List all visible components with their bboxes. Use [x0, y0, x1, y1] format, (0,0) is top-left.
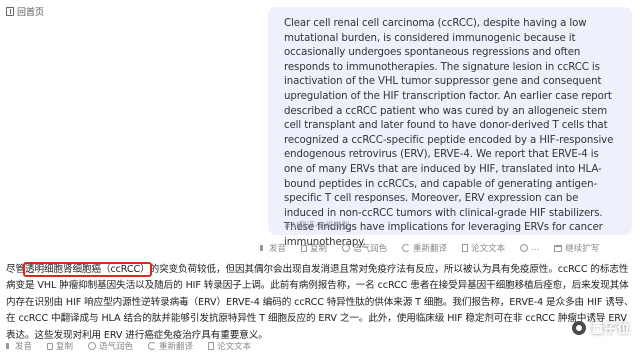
- document-icon: [208, 342, 215, 350]
- tone-icon: [342, 244, 351, 252]
- source-text-bubble: Clear cell renal cell carcinoma (ccRCC),…: [268, 7, 632, 248]
- retry-icon: [402, 244, 411, 252]
- tone-button[interactable]: 语气润色: [342, 242, 387, 254]
- source-text: Clear cell renal cell carcinoma (ccRCC),…: [284, 18, 614, 248]
- home-button[interactable]: 回首页: [6, 5, 44, 18]
- tone-button-2[interactable]: 语气润色: [88, 340, 133, 352]
- globe-icon: [520, 244, 529, 252]
- copy-icon: [301, 244, 308, 252]
- watermark-logo-icon: [571, 320, 586, 335]
- model-tag: #AI翻译-高级模型: [284, 221, 350, 230]
- watermark: 量子位: [571, 318, 630, 337]
- translation-text: 尽管透明细胞肾细胞癌（ccRCC）的突变负荷较低，但因其偶尔会出现自发消退且常对…: [6, 262, 634, 341]
- expand-button[interactable]: 继续扩写: [554, 242, 599, 254]
- document-icon: [462, 244, 469, 252]
- source-action-bar: 发音 复制 语气润色 重新翻译 论文文本 ... 继续扩写: [260, 242, 599, 254]
- read-button[interactable]: 发音: [260, 242, 286, 254]
- highlighted-term: 透明细胞肾细胞癌（ccRCC）: [23, 262, 152, 277]
- retranslate-button-2[interactable]: 重新翻译: [148, 340, 193, 352]
- home-icon: [6, 6, 14, 16]
- summary-button-2[interactable]: 论文文本: [208, 340, 251, 352]
- home-label: 回首页: [17, 7, 45, 18]
- expand-icon: [554, 244, 563, 252]
- retry-icon: [148, 342, 157, 350]
- copy-button[interactable]: 复制: [301, 242, 327, 254]
- summary-button[interactable]: 论文文本: [462, 242, 505, 254]
- speaker-icon: [260, 245, 266, 251]
- read-button-2[interactable]: 发音: [6, 340, 32, 352]
- copy-button-2[interactable]: 复制: [47, 340, 73, 352]
- copy-icon: [47, 342, 54, 350]
- tone-icon: [88, 342, 97, 350]
- translation-action-bar: 发音 复制 语气润色 重新翻译 论文文本: [6, 340, 251, 352]
- speaker-icon: [6, 343, 12, 349]
- retranslate-button[interactable]: 重新翻译: [402, 242, 447, 254]
- more-button[interactable]: ...: [520, 243, 539, 253]
